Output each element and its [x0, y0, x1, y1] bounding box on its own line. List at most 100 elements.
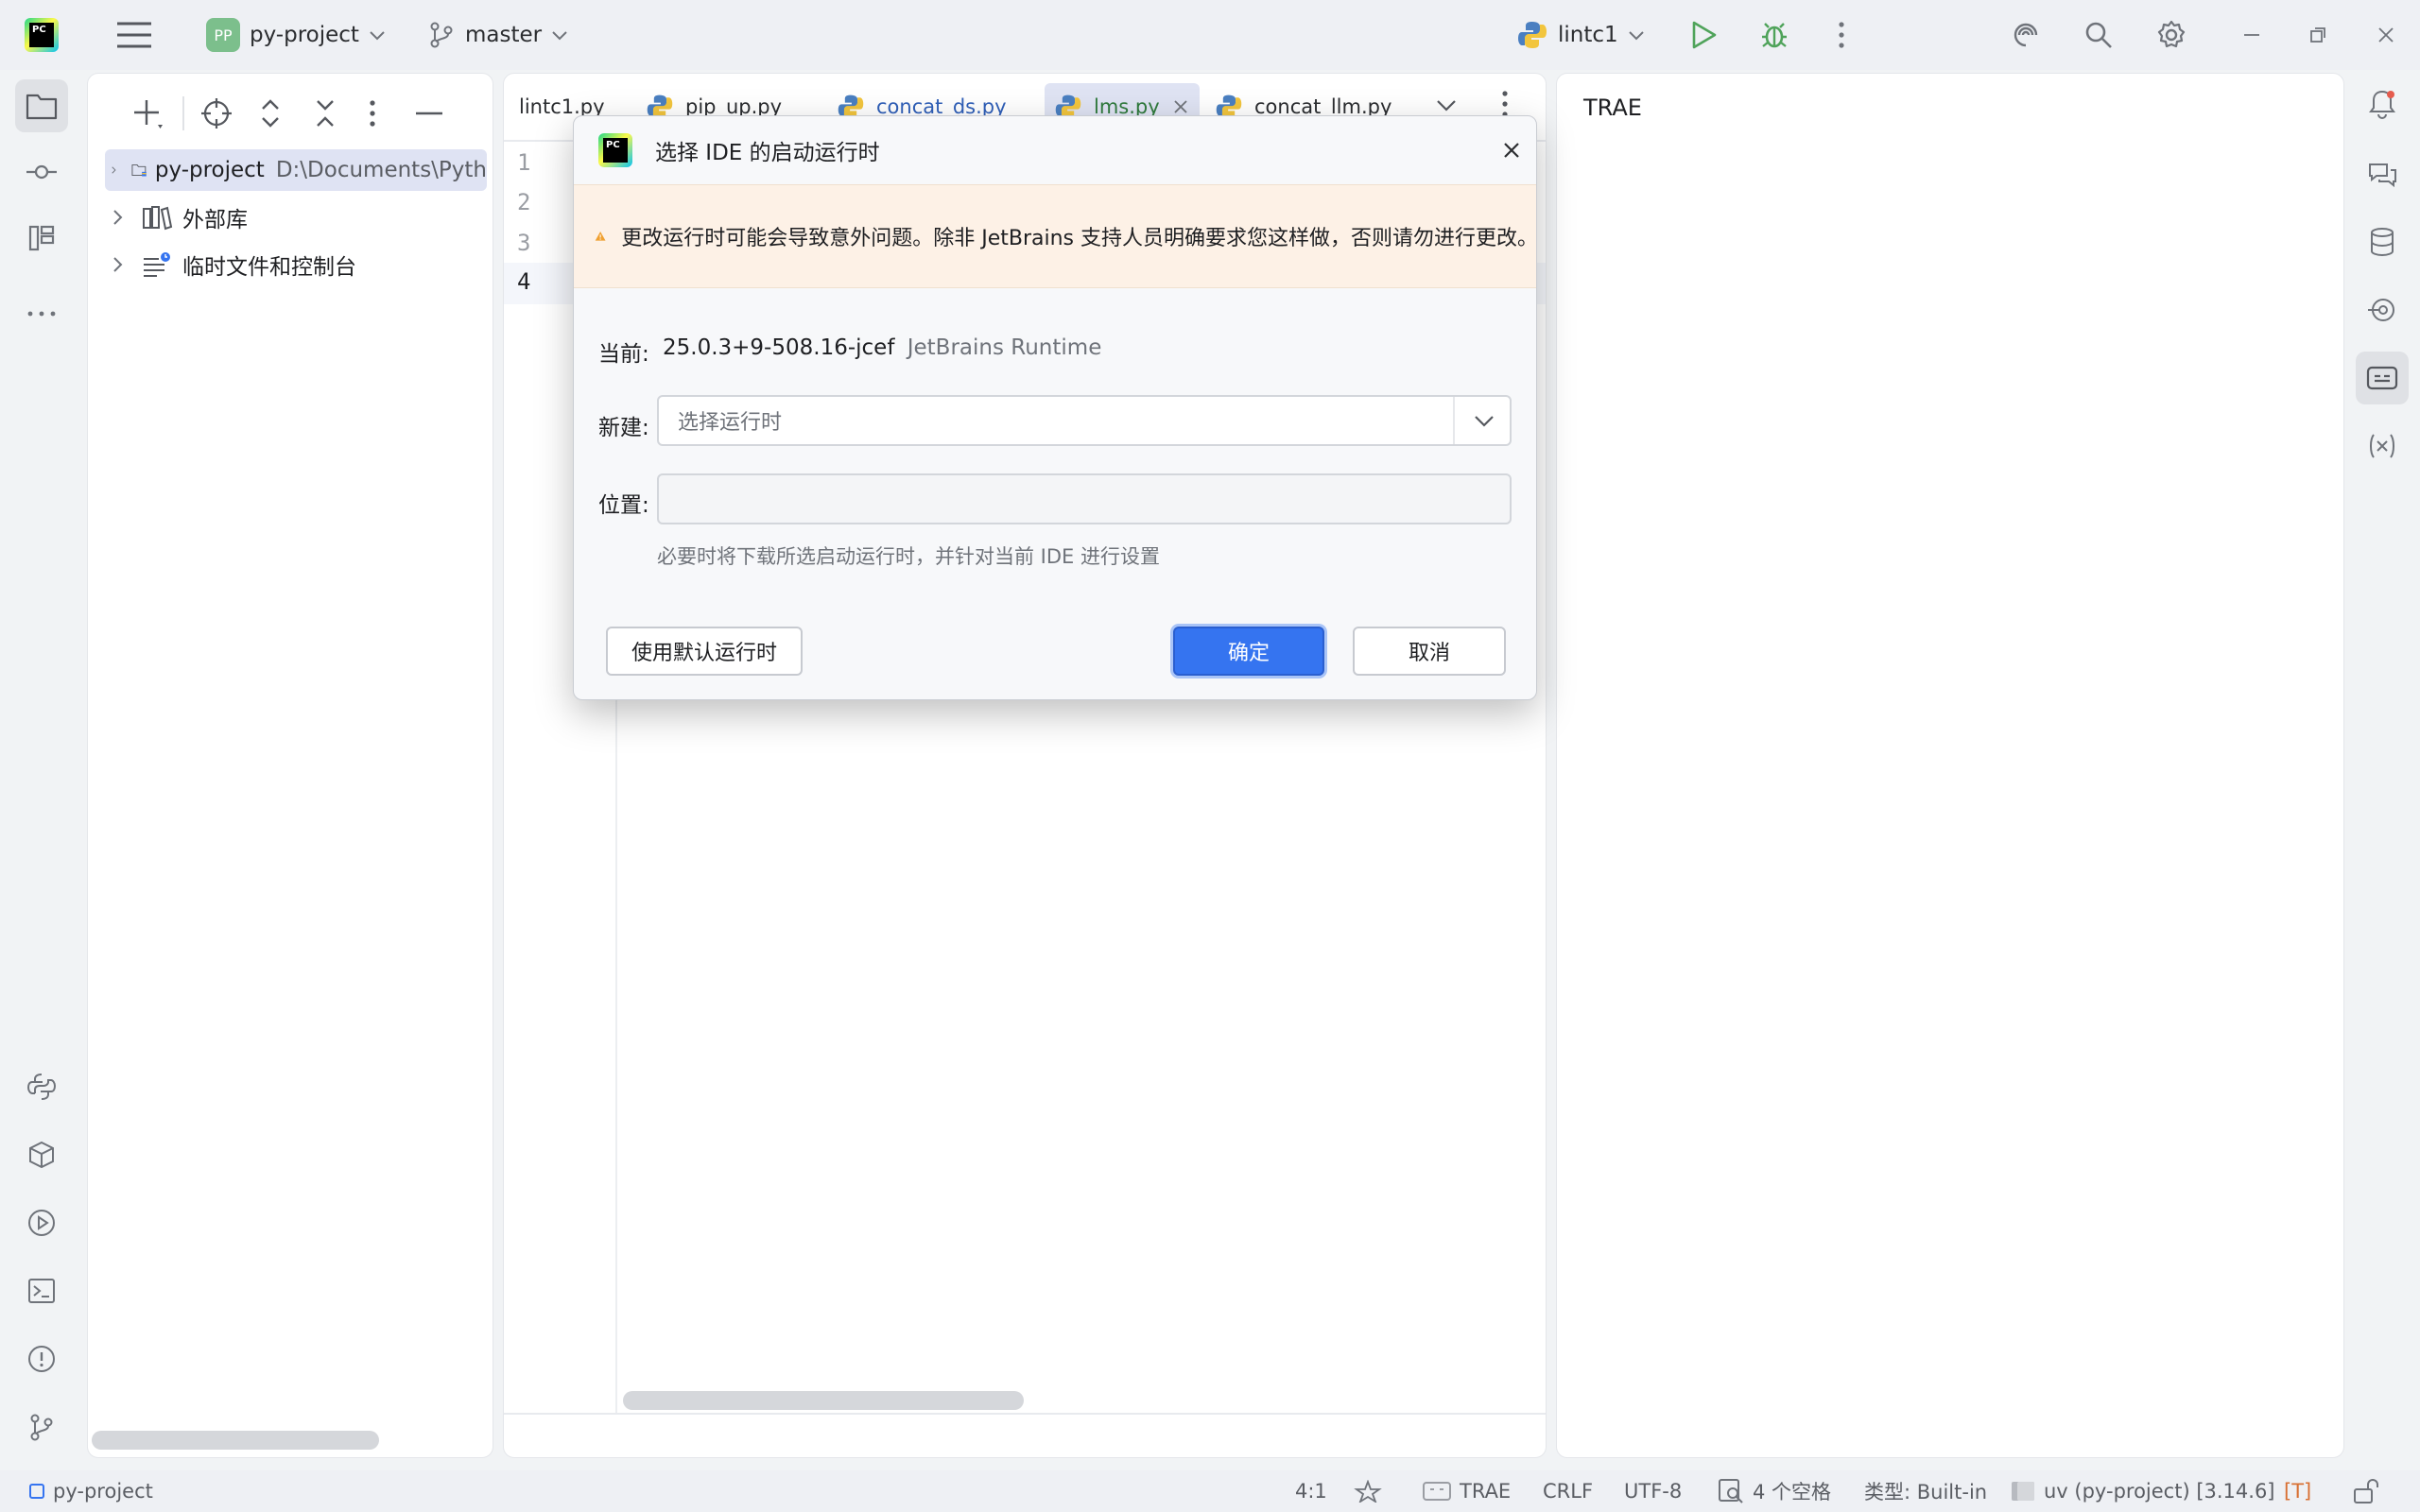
status-line-separator[interactable]: CRLF — [1543, 1470, 1593, 1512]
current-version: 25.0.3+9-508.16-jcef — [663, 335, 895, 360]
project-badge: PP — [206, 18, 240, 52]
python-packages-button[interactable] — [15, 1060, 68, 1113]
project-name: py-project — [250, 23, 359, 47]
locate-icon[interactable] — [199, 96, 233, 130]
status-t-badge[interactable]: [T] — [2284, 1470, 2311, 1512]
chevron-down-icon[interactable] — [1472, 408, 1496, 433]
status-indent[interactable]: 4 个空格 — [1717, 1470, 1831, 1512]
app-logo[interactable]: PC — [25, 0, 59, 70]
endpoints-button[interactable] — [2356, 284, 2409, 336]
variables-button[interactable] — [2356, 420, 2409, 472]
branch-name: master — [465, 23, 543, 47]
location-input[interactable] — [657, 473, 1512, 524]
problems-button[interactable] — [15, 1332, 68, 1385]
current-runtime: 25.0.3+9-508.16-jcef JetBrains Runtime — [663, 335, 1101, 360]
tree-item-label: 外部库 — [182, 208, 248, 232]
status-project[interactable]: py-project — [28, 1470, 153, 1512]
runtime-select[interactable]: 选择运行时 — [657, 395, 1512, 446]
dialog-close-icon[interactable] — [1500, 139, 1523, 162]
cancel-button[interactable]: 取消 — [1353, 627, 1506, 676]
database-button[interactable] — [2356, 215, 2409, 268]
collapse-all-icon[interactable] — [309, 96, 341, 130]
run-tool-button[interactable] — [15, 1196, 68, 1249]
new-label: 新建: — [598, 416, 649, 440]
python-packages-icon — [26, 1074, 57, 1100]
notifications-button[interactable] — [2356, 77, 2409, 130]
app-logo-text: PC — [29, 23, 54, 47]
run-button[interactable] — [1688, 0, 1719, 70]
close-window-icon[interactable] — [2375, 0, 2397, 70]
branch-switcher[interactable]: master — [427, 0, 570, 70]
chevron-right-icon[interactable] — [107, 254, 128, 275]
services-button[interactable] — [15, 1128, 68, 1181]
ai-chat-button[interactable] — [2356, 147, 2409, 200]
hide-panel-icon[interactable] — [415, 111, 443, 116]
scratches-icon — [144, 252, 170, 277]
play-icon — [1692, 21, 1717, 49]
tree-item-path: D:\Documents\Pyth — [275, 158, 487, 182]
preview-icon — [2366, 366, 2398, 390]
left-tool-strip — [0, 70, 83, 1478]
horizontal-scrollbar[interactable] — [92, 1431, 379, 1450]
tab-list-chevron-down-icon[interactable] — [1434, 93, 1459, 117]
branch-icon — [430, 22, 453, 48]
commit-icon — [26, 164, 57, 180]
status-plugin-icon[interactable] — [1354, 1470, 1382, 1512]
editor-bottom-divider — [504, 1413, 1546, 1415]
search-icon[interactable] — [2083, 0, 2114, 70]
status-indent-label: 4 个空格 — [1753, 1481, 1832, 1503]
current-label: 当前: — [598, 342, 649, 367]
ai-chat-icon — [2369, 163, 2396, 188]
tree-item-label: 临时文件和控制台 — [182, 255, 356, 280]
status-file-type[interactable]: 类型: Built-in — [1864, 1470, 1987, 1512]
dialog-app-icon-text: PC — [603, 138, 628, 163]
services-icon — [29, 1141, 54, 1169]
status-trae[interactable]: TRAE — [1422, 1470, 1511, 1512]
project-folder-icon — [131, 163, 147, 177]
debug-button[interactable] — [1758, 0, 1790, 70]
variables-icon — [2370, 434, 2394, 458]
bug-icon — [1762, 23, 1787, 48]
more-tools-button[interactable] — [15, 287, 68, 340]
status-bar: py-project 4:1 TRAE CRLF UTF-8 4 个空格 类型:… — [0, 1470, 2420, 1512]
expand-all-icon[interactable] — [254, 96, 286, 130]
restore-window-icon[interactable] — [2307, 0, 2329, 70]
add-icon[interactable] — [130, 94, 167, 132]
editor-horizontal-scrollbar[interactable] — [623, 1391, 1024, 1410]
more-actions-icon[interactable] — [1836, 0, 1847, 70]
tree-item-external-libraries[interactable]: 外部库 — [107, 197, 248, 238]
settings-gear-icon[interactable] — [2155, 0, 2187, 70]
line-number: 1 — [517, 149, 531, 176]
status-lock-icon[interactable] — [2352, 1470, 2380, 1512]
use-default-runtime-button[interactable]: 使用默认运行时 — [606, 627, 803, 676]
structure-icon — [28, 225, 55, 251]
project-switcher[interactable]: PP py-project — [206, 0, 388, 70]
git-button[interactable] — [15, 1400, 68, 1453]
dialog-title: 选择 IDE 的启动运行时 — [655, 141, 880, 165]
trae-icon — [1423, 1482, 1451, 1501]
terminal-button[interactable] — [15, 1264, 68, 1317]
preview-title: TRAE — [1583, 94, 1642, 121]
commit-tool-button[interactable] — [15, 146, 68, 198]
line-number-current: 4 — [517, 268, 531, 295]
status-interpreter[interactable]: uv (py-project) [3.14.6] — [2010, 1470, 2275, 1512]
bell-icon — [2369, 90, 2395, 119]
project-tool-button[interactable] — [15, 79, 68, 132]
run-config-selector[interactable]: lintc1 — [1516, 0, 1647, 70]
problems-icon — [28, 1346, 55, 1372]
tree-item-project-root[interactable]: py-project D:\Documents\Pyth — [105, 149, 487, 191]
ai-assistant-icon[interactable] — [2010, 0, 2042, 70]
structure-tool-button[interactable] — [15, 212, 68, 265]
chevron-right-icon[interactable] — [109, 160, 118, 180]
minimize-window-icon[interactable] — [2240, 0, 2263, 70]
options-icon[interactable] — [368, 98, 377, 129]
close-tab-icon[interactable] — [1171, 97, 1190, 116]
main-menu-icon[interactable] — [115, 0, 153, 70]
tree-item-scratches[interactable]: 临时文件和控制台 — [107, 244, 356, 285]
dialog-header: PC 选择 IDE 的启动运行时 — [574, 116, 1536, 184]
preview-panel-button[interactable] — [2356, 352, 2409, 404]
status-encoding[interactable]: UTF-8 — [1624, 1470, 1682, 1512]
ok-button[interactable]: 确定 — [1173, 627, 1324, 676]
chevron-right-icon[interactable] — [107, 207, 128, 228]
status-caret-position[interactable]: 4:1 — [1295, 1470, 1327, 1512]
